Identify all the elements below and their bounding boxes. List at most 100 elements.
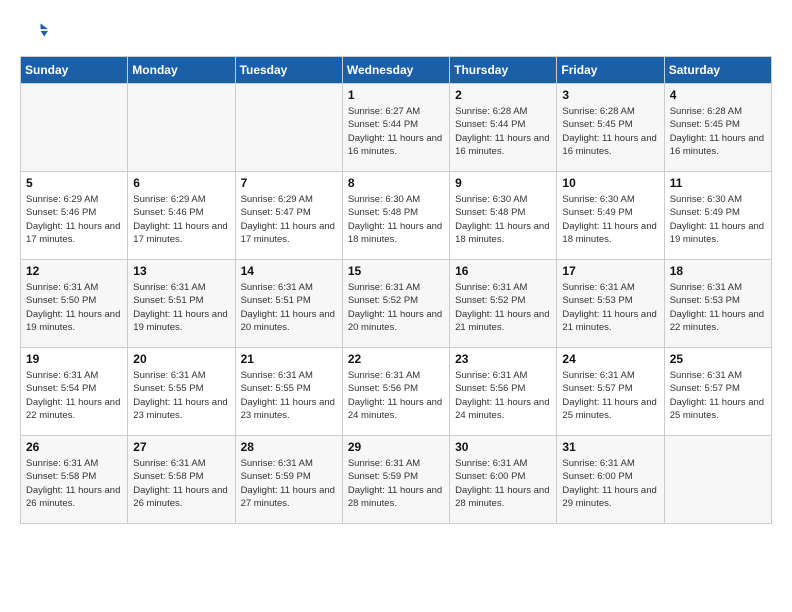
day-info: Sunrise: 6:31 AM Sunset: 5:55 PM Dayligh…	[241, 369, 337, 422]
calendar-cell: 12 Sunrise: 6:31 AM Sunset: 5:50 PM Dayli…	[21, 260, 128, 348]
calendar-cell: 7 Sunrise: 6:29 AM Sunset: 5:47 PM Daylig…	[235, 172, 342, 260]
day-info: Sunrise: 6:29 AM Sunset: 5:46 PM Dayligh…	[133, 193, 229, 246]
day-number: 2	[455, 88, 551, 102]
day-info: Sunrise: 6:31 AM Sunset: 6:00 PM Dayligh…	[455, 457, 551, 510]
day-info: Sunrise: 6:31 AM Sunset: 5:58 PM Dayligh…	[26, 457, 122, 510]
calendar-cell: 3 Sunrise: 6:28 AM Sunset: 5:45 PM Daylig…	[557, 84, 664, 172]
day-info: Sunrise: 6:31 AM Sunset: 5:59 PM Dayligh…	[241, 457, 337, 510]
day-info: Sunrise: 6:27 AM Sunset: 5:44 PM Dayligh…	[348, 105, 444, 158]
calendar-cell: 24 Sunrise: 6:31 AM Sunset: 5:57 PM Dayli…	[557, 348, 664, 436]
day-number: 16	[455, 264, 551, 278]
day-number: 24	[562, 352, 658, 366]
day-info: Sunrise: 6:31 AM Sunset: 5:54 PM Dayligh…	[26, 369, 122, 422]
calendar-cell: 21 Sunrise: 6:31 AM Sunset: 5:55 PM Dayli…	[235, 348, 342, 436]
day-info: Sunrise: 6:31 AM Sunset: 5:51 PM Dayligh…	[133, 281, 229, 334]
day-number: 25	[670, 352, 766, 366]
calendar-cell: 1Sunrise: 6:27 AM Sunset: 5:44 PM Daylig…	[342, 84, 449, 172]
calendar-cell: 31 Sunrise: 6:31 AM Sunset: 6:00 PM Dayli…	[557, 436, 664, 524]
day-info: Sunrise: 6:31 AM Sunset: 6:00 PM Dayligh…	[562, 457, 658, 510]
calendar-cell: 13 Sunrise: 6:31 AM Sunset: 5:51 PM Dayli…	[128, 260, 235, 348]
day-number: 20	[133, 352, 229, 366]
day-number: 28	[241, 440, 337, 454]
calendar-cell: 6 Sunrise: 6:29 AM Sunset: 5:46 PM Daylig…	[128, 172, 235, 260]
calendar-cell: 14 Sunrise: 6:31 AM Sunset: 5:51 PM Dayli…	[235, 260, 342, 348]
calendar-cell: 20 Sunrise: 6:31 AM Sunset: 5:55 PM Dayli…	[128, 348, 235, 436]
day-number: 10	[562, 176, 658, 190]
day-info: Sunrise: 6:28 AM Sunset: 5:45 PM Dayligh…	[562, 105, 658, 158]
day-info: Sunrise: 6:29 AM Sunset: 5:47 PM Dayligh…	[241, 193, 337, 246]
day-number: 6	[133, 176, 229, 190]
calendar-table: SundayMondayTuesdayWednesdayThursdayFrid…	[20, 56, 772, 524]
day-number: 30	[455, 440, 551, 454]
weekday-header-thursday: Thursday	[450, 57, 557, 84]
calendar-cell: 28 Sunrise: 6:31 AM Sunset: 5:59 PM Dayli…	[235, 436, 342, 524]
day-number: 31	[562, 440, 658, 454]
day-info: Sunrise: 6:30 AM Sunset: 5:48 PM Dayligh…	[348, 193, 444, 246]
day-number: 14	[241, 264, 337, 278]
day-number: 26	[26, 440, 122, 454]
calendar-cell: 16 Sunrise: 6:31 AM Sunset: 5:52 PM Dayli…	[450, 260, 557, 348]
day-info: Sunrise: 6:31 AM Sunset: 5:55 PM Dayligh…	[133, 369, 229, 422]
day-number: 21	[241, 352, 337, 366]
day-info: Sunrise: 6:31 AM Sunset: 5:56 PM Dayligh…	[348, 369, 444, 422]
day-info: Sunrise: 6:31 AM Sunset: 5:58 PM Dayligh…	[133, 457, 229, 510]
calendar-cell: 26 Sunrise: 6:31 AM Sunset: 5:58 PM Dayli…	[21, 436, 128, 524]
day-info: Sunrise: 6:30 AM Sunset: 5:49 PM Dayligh…	[562, 193, 658, 246]
weekday-header-sunday: Sunday	[21, 57, 128, 84]
calendar-cell: 29 Sunrise: 6:31 AM Sunset: 5:59 PM Dayli…	[342, 436, 449, 524]
day-number: 22	[348, 352, 444, 366]
calendar-cell: 22 Sunrise: 6:31 AM Sunset: 5:56 PM Dayli…	[342, 348, 449, 436]
day-info: Sunrise: 6:28 AM Sunset: 5:44 PM Dayligh…	[455, 105, 551, 158]
day-number: 15	[348, 264, 444, 278]
day-info: Sunrise: 6:31 AM Sunset: 5:56 PM Dayligh…	[455, 369, 551, 422]
day-info: Sunrise: 6:31 AM Sunset: 5:53 PM Dayligh…	[670, 281, 766, 334]
day-number: 18	[670, 264, 766, 278]
day-number: 23	[455, 352, 551, 366]
day-info: Sunrise: 6:31 AM Sunset: 5:57 PM Dayligh…	[670, 369, 766, 422]
day-number: 7	[241, 176, 337, 190]
weekday-header-tuesday: Tuesday	[235, 57, 342, 84]
day-info: Sunrise: 6:31 AM Sunset: 5:59 PM Dayligh…	[348, 457, 444, 510]
day-number: 5	[26, 176, 122, 190]
calendar-cell: 2 Sunrise: 6:28 AM Sunset: 5:44 PM Daylig…	[450, 84, 557, 172]
weekday-header-saturday: Saturday	[664, 57, 771, 84]
calendar-cell: 9 Sunrise: 6:30 AM Sunset: 5:48 PM Daylig…	[450, 172, 557, 260]
day-number: 3	[562, 88, 658, 102]
page-header	[20, 16, 772, 44]
weekday-header-monday: Monday	[128, 57, 235, 84]
logo	[20, 16, 52, 44]
day-number: 27	[133, 440, 229, 454]
day-number: 29	[348, 440, 444, 454]
calendar-cell	[21, 84, 128, 172]
calendar-cell: 18 Sunrise: 6:31 AM Sunset: 5:53 PM Dayli…	[664, 260, 771, 348]
day-info: Sunrise: 6:31 AM Sunset: 5:50 PM Dayligh…	[26, 281, 122, 334]
weekday-header-friday: Friday	[557, 57, 664, 84]
day-number: 9	[455, 176, 551, 190]
calendar-cell: 10 Sunrise: 6:30 AM Sunset: 5:49 PM Dayli…	[557, 172, 664, 260]
calendar-cell	[664, 436, 771, 524]
logo-icon	[20, 16, 48, 44]
day-info: Sunrise: 6:31 AM Sunset: 5:51 PM Dayligh…	[241, 281, 337, 334]
day-number: 11	[670, 176, 766, 190]
day-info: Sunrise: 6:31 AM Sunset: 5:57 PM Dayligh…	[562, 369, 658, 422]
day-number: 4	[670, 88, 766, 102]
day-info: Sunrise: 6:29 AM Sunset: 5:46 PM Dayligh…	[26, 193, 122, 246]
day-info: Sunrise: 6:31 AM Sunset: 5:52 PM Dayligh…	[455, 281, 551, 334]
calendar-cell	[235, 84, 342, 172]
calendar-cell: 8Sunrise: 6:30 AM Sunset: 5:48 PM Daylig…	[342, 172, 449, 260]
calendar-cell: 15 Sunrise: 6:31 AM Sunset: 5:52 PM Dayli…	[342, 260, 449, 348]
calendar-cell: 11 Sunrise: 6:30 AM Sunset: 5:49 PM Dayli…	[664, 172, 771, 260]
day-info: Sunrise: 6:30 AM Sunset: 5:48 PM Dayligh…	[455, 193, 551, 246]
day-info: Sunrise: 6:31 AM Sunset: 5:52 PM Dayligh…	[348, 281, 444, 334]
calendar-cell: 30 Sunrise: 6:31 AM Sunset: 6:00 PM Dayli…	[450, 436, 557, 524]
calendar-cell: 25 Sunrise: 6:31 AM Sunset: 5:57 PM Dayli…	[664, 348, 771, 436]
day-number: 13	[133, 264, 229, 278]
day-info: Sunrise: 6:28 AM Sunset: 5:45 PM Dayligh…	[670, 105, 766, 158]
calendar-cell: 19Sunrise: 6:31 AM Sunset: 5:54 PM Dayli…	[21, 348, 128, 436]
calendar-cell	[128, 84, 235, 172]
day-info: Sunrise: 6:31 AM Sunset: 5:53 PM Dayligh…	[562, 281, 658, 334]
day-info: Sunrise: 6:30 AM Sunset: 5:49 PM Dayligh…	[670, 193, 766, 246]
weekday-header-wednesday: Wednesday	[342, 57, 449, 84]
day-number: 12	[26, 264, 122, 278]
calendar-cell: 23 Sunrise: 6:31 AM Sunset: 5:56 PM Dayli…	[450, 348, 557, 436]
